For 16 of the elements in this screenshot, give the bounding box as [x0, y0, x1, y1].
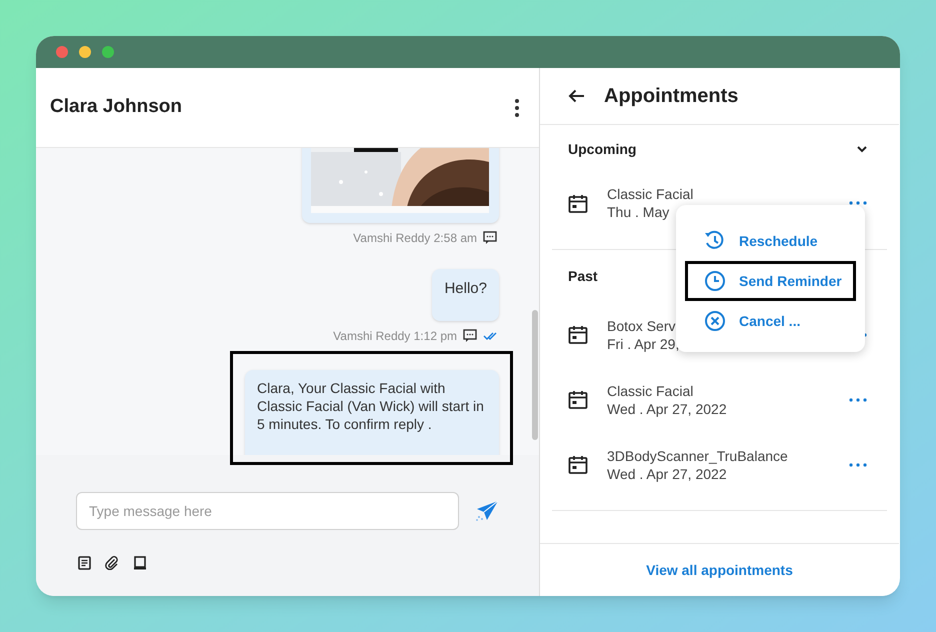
appointment-date: Wed . Apr 27, 2022	[607, 464, 727, 482]
message-meta: Vamshi Reddy 1:12 pm	[333, 328, 457, 345]
appointment-date: Wed . Apr 27, 2022	[607, 400, 727, 418]
appointment-date: Fri . Apr 29,	[607, 334, 680, 352]
message-bubble: Clara, Your Classic Facial with Classic Facial (Van Wick) will start in 5 minutes. To confirm reply .	[245, 370, 499, 455]
contact-name: Clara Johnson	[50, 95, 182, 120]
appointment-name: Classic Facial	[607, 382, 694, 400]
section-title: Past	[568, 266, 598, 286]
message-meta: Vamshi Reddy 2:58 am	[353, 230, 477, 247]
appointment-name: 3DBodyScanner_TruBalance	[607, 446, 788, 464]
section-title: Upcoming	[568, 140, 636, 159]
appointment-name: Classic Facial	[607, 185, 694, 203]
appointment-name: Botox Serv	[607, 316, 676, 334]
appointment-date: Thu . May	[607, 203, 670, 221]
message-bubble: Hello?	[432, 269, 499, 321]
panel-title: Appointments	[604, 84, 738, 109]
